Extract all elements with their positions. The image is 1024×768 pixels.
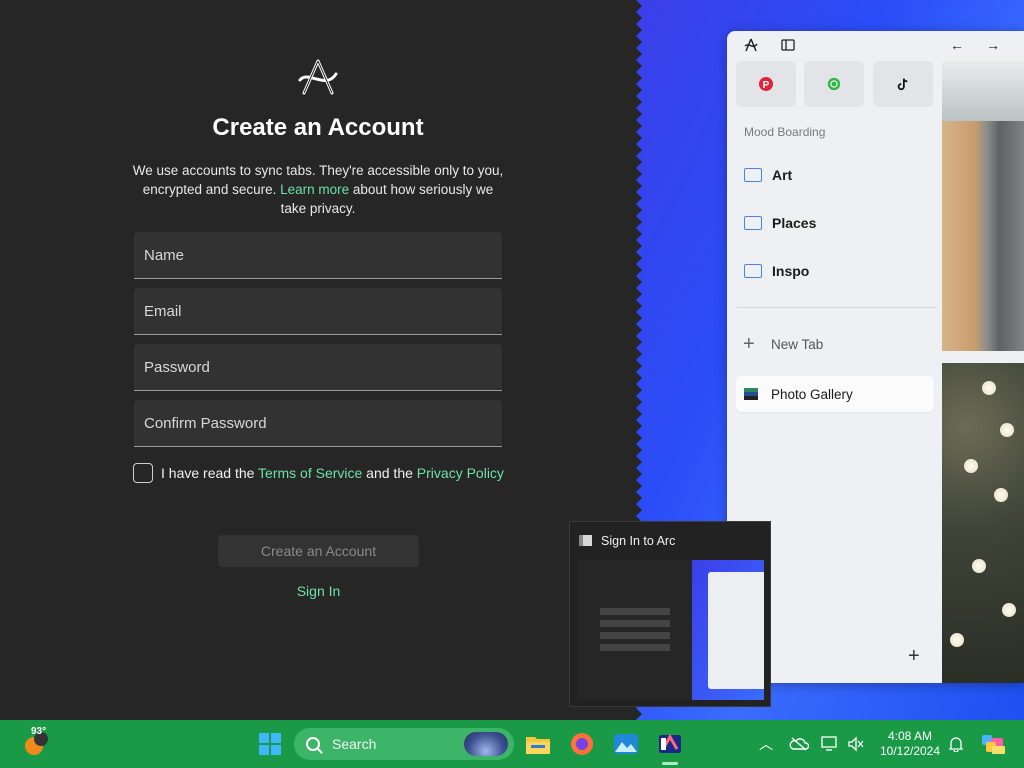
pinterest-icon: P [759,77,773,91]
gallery-favicon-icon [744,388,758,400]
back-arrow-icon[interactable]: ← [949,37,965,53]
folder-icon [744,168,762,182]
photos-taskbar-icon[interactable] [610,720,642,768]
thumb-window [708,572,764,689]
folder-icon [744,216,762,230]
email-input[interactable] [134,288,502,334]
new-tab-button[interactable]: + New Tab [743,333,824,355]
page-title: Create an Account [212,114,424,141]
privacy-policy-link[interactable]: Privacy Policy [417,465,504,481]
plus-icon: + [743,333,755,355]
confirm-password-input[interactable] [134,400,502,446]
taskbar-search[interactable]: Search [294,728,514,760]
folder-places[interactable]: Places [737,208,937,238]
thumb-field [600,644,670,651]
pin-tiktok[interactable] [873,61,933,107]
arc-small-logo-icon[interactable] [743,37,759,53]
sign-in-link[interactable]: Sign In [218,583,419,599]
pin-pinterest[interactable]: P [736,61,796,107]
folder-icon [744,264,762,278]
forward-arrow-icon[interactable]: → [985,37,1001,53]
search-highlight-art [464,732,508,756]
folder-inspo[interactable]: Inspo [737,256,937,286]
agree-checkbox[interactable] [133,463,153,483]
display-icon[interactable] [819,720,841,768]
light-bulb [1002,603,1016,617]
surf-area [942,61,1024,121]
thumb-field [600,608,670,615]
volume-muted-icon[interactable] [845,720,867,768]
privacy-description: We use accounts to sync tabs. They're ac… [130,161,506,218]
folder-label: Places [772,215,817,231]
folder-art[interactable]: Art [737,160,937,190]
preview-title: Sign In to Arc [601,534,676,548]
sidebar-toggle-icon[interactable] [780,37,796,53]
sidebar-divider [737,307,937,308]
copilot-preview-icon[interactable] [978,720,1008,768]
password-field[interactable] [134,344,502,391]
light-bulb [972,559,986,573]
light-bulb [982,381,996,395]
name-input[interactable] [134,232,502,278]
name-field[interactable] [134,232,502,279]
notification-bell-icon[interactable] [946,720,966,768]
beach-photo [942,61,1024,351]
lights-photo [942,363,1024,683]
light-bulb [964,459,978,473]
terms-of-service-link[interactable]: Terms of Service [258,465,362,481]
taskbar-clock[interactable]: 4:08 AM 10/12/2024 [874,729,946,759]
tab-label: Photo Gallery [771,386,853,402]
onedrive-icon[interactable] [788,720,810,768]
tiktok-icon [897,78,908,91]
light-bulb [1000,423,1014,437]
start-button[interactable] [255,720,285,768]
folder-label: Inspo [772,263,810,279]
clock-time: 4:08 AM [887,729,933,743]
active-indicator [662,762,678,765]
new-space-plus-icon[interactable]: + [908,645,920,668]
email-field[interactable] [134,288,502,335]
thumb-field [600,620,670,627]
password-input[interactable] [134,344,502,390]
agree-text-1: I have read the [161,465,259,481]
clock-date: 10/12/2024 [879,744,941,758]
confirm-password-field[interactable] [134,400,502,447]
agree-text-2: and the [362,465,417,481]
file-explorer-taskbar-icon[interactable] [522,720,554,768]
svg-text:P: P [763,80,770,91]
firefox-icon [571,733,593,755]
taskbar-thumbnail-preview[interactable]: Sign In to Arc [569,521,771,707]
show-hidden-icons-chevron-up-icon[interactable]: ︿ [756,720,776,768]
agree-label: I have read the Terms of Service and the… [161,465,504,481]
signup-panel: Create an Account We use accounts to syn… [0,0,636,720]
photos-icon [614,734,638,754]
space-section-label: Mood Boarding [744,125,826,139]
light-bulb [950,633,964,647]
preview-thumbnail[interactable] [578,560,764,700]
thumb-field [600,632,670,639]
windows-taskbar: 93° Search ︿ 4:08 AM 10/12/2024 [0,720,1024,768]
tab-photo-gallery[interactable]: Photo Gallery [736,376,934,412]
firefox-taskbar-icon[interactable] [566,720,598,768]
create-account-button[interactable]: Create an Account [218,535,419,567]
arc-taskbar-icon[interactable] [653,720,687,768]
arc-sidebar-window: ← → P Mood Boarding Art Places Inspo + N… [727,31,1024,683]
folder-icon [526,737,550,754]
light-bulb [994,488,1008,502]
search-label: Search [332,736,377,752]
windows-logo-icon [259,733,281,755]
window-icon [579,535,592,546]
search-icon [306,737,320,751]
sidebar-toolbar: ← → [727,31,1024,59]
arc-app-icon [659,734,681,753]
learn-more-link[interactable]: Learn more [280,182,349,197]
arc-logo-icon [298,59,338,95]
weather-widget[interactable]: 93° [18,720,52,768]
folder-label: Art [772,167,793,183]
whatsapp-icon [827,77,841,91]
pin-whatsapp[interactable] [804,61,864,107]
new-tab-label: New Tab [771,336,824,352]
weather-temp: 93° [31,726,47,737]
